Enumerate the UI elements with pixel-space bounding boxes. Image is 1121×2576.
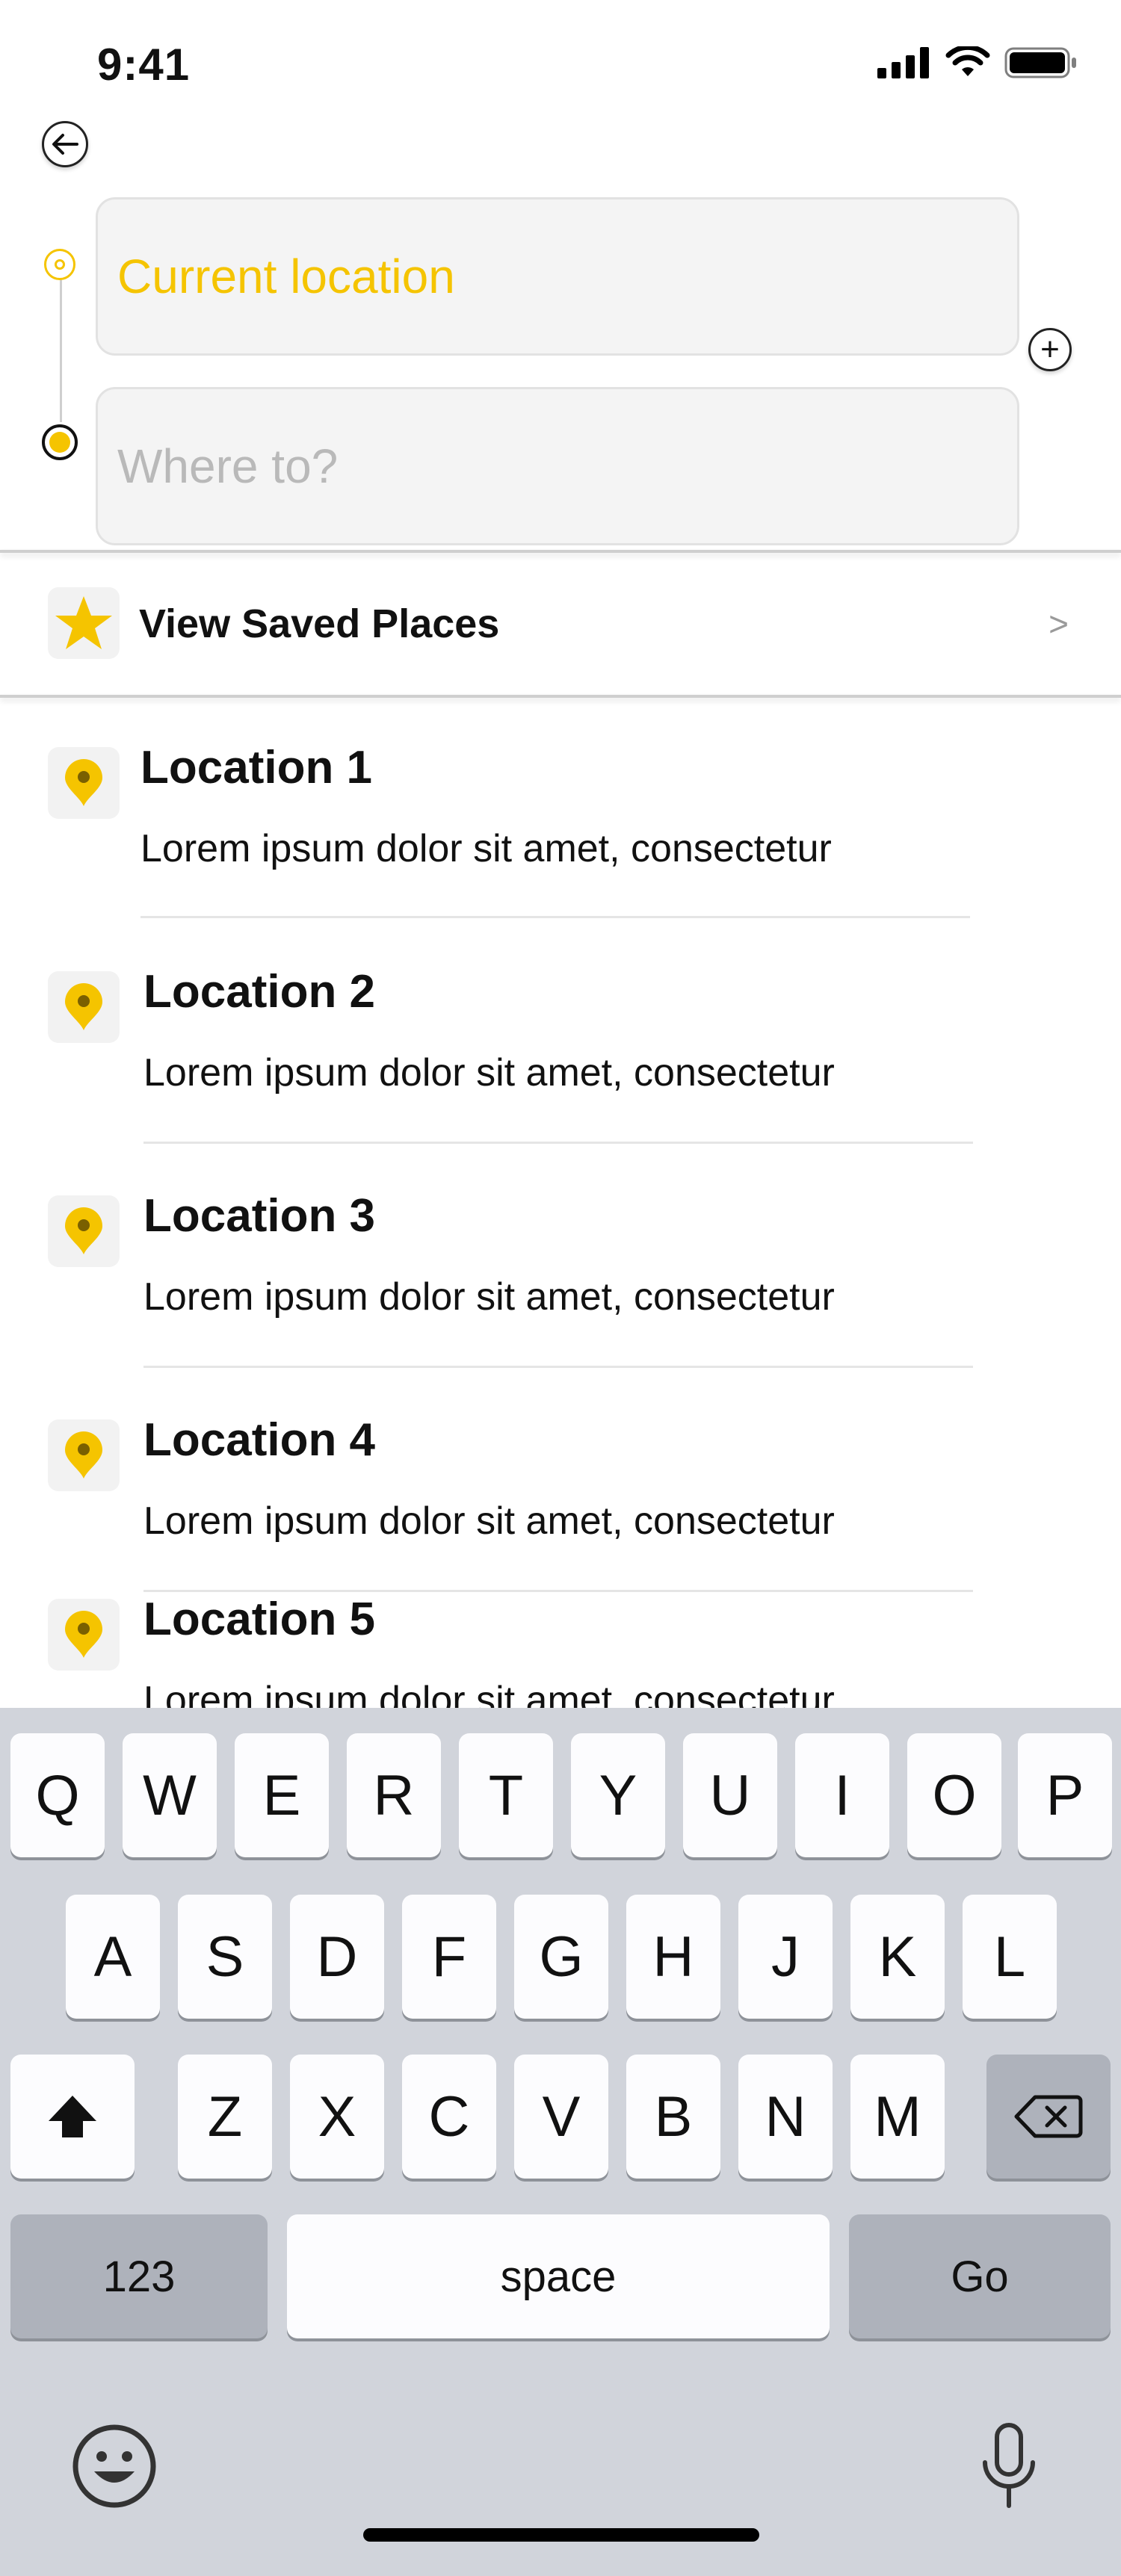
key-p[interactable]: P [1018,1733,1112,1857]
origin-field-value: Current location [117,250,455,303]
view-saved-places-label: View Saved Places [139,601,500,646]
key-w[interactable]: W [123,1733,217,1857]
keyboard: Q W E R T Y U I O P A S D F G H J K L Z … [0,1708,1121,2576]
emoji-icon [72,2424,156,2508]
location-title: Location 5 [143,1594,376,1645]
plus-icon: + [1040,331,1060,368]
location-subtitle: Lorem ipsum dolor sit amet, consectetur [140,827,832,870]
key-t[interactable]: T [459,1733,553,1857]
location-subtitle: Lorem ipsum dolor sit amet, consectetur [143,1679,835,1708]
key-r[interactable]: R [347,1733,441,1857]
key-m[interactable]: M [850,2055,945,2179]
origin-dot-icon [44,249,75,280]
header-divider [0,550,1121,553]
delete-key[interactable] [986,2055,1111,2179]
home-indicator [363,2528,759,2542]
backspace-icon [1014,2095,1083,2138]
route-connector-line [60,273,62,422]
star-icon [48,587,120,659]
list-item[interactable]: Location 1 Lorem ipsum dolor sit amet, c… [0,717,1121,941]
key-u[interactable]: U [683,1733,777,1857]
destination-field[interactable]: Where to? [96,387,1019,545]
key-f[interactable]: F [402,1895,496,2019]
list-separator [143,1366,973,1368]
key-e[interactable]: E [235,1733,329,1857]
key-v[interactable]: V [514,2055,608,2179]
key-c[interactable]: C [402,2055,496,2179]
numbers-key[interactable]: 123 [10,2214,268,2338]
space-key[interactable]: space [287,2214,830,2338]
chevron-right-icon: > [1049,604,1069,643]
map-pin-icon [48,1599,120,1671]
status-icons [877,46,1078,79]
key-g[interactable]: G [514,1895,608,2019]
location-subtitle: Lorem ipsum dolor sit amet, consectetur [143,1499,835,1543]
back-button[interactable] [42,121,88,167]
battery-icon [1004,47,1076,78]
key-d[interactable]: D [290,1895,384,2019]
map-pin-icon [48,971,120,1043]
map-pin-icon [48,1419,120,1491]
go-key[interactable]: Go [849,2214,1111,2338]
list-item[interactable]: Location 2 Lorem ipsum dolor sit amet, c… [0,941,1121,1165]
location-title: Location 2 [143,966,376,1018]
key-b[interactable]: B [626,2055,720,2179]
list-separator [143,1142,973,1144]
status-bar: 9:41 [0,0,1121,127]
dictation-key[interactable] [979,2422,1039,2515]
key-s[interactable]: S [178,1895,272,2019]
map-pin-icon [48,747,120,819]
key-y[interactable]: Y [571,1733,665,1857]
key-n[interactable]: N [738,2055,833,2179]
shift-key[interactable] [10,2055,135,2179]
location-subtitle: Lorem ipsum dolor sit amet, consectetur [143,1051,835,1095]
map-pin-icon [48,1195,120,1267]
location-subtitle: Lorem ipsum dolor sit amet, consectetur [143,1275,835,1319]
shift-icon [49,2096,96,2137]
list-separator [140,916,970,918]
microphone-icon [983,2423,1035,2508]
destination-field-placeholder: Where to? [117,439,339,493]
emoji-key[interactable] [70,2422,158,2514]
wifi-icon [945,46,990,76]
location-title: Location 1 [140,742,373,793]
origin-field[interactable]: Current location [96,197,1019,356]
key-x[interactable]: X [290,2055,384,2179]
key-h[interactable]: H [626,1895,720,2019]
arrow-left-icon [52,134,78,155]
list-item[interactable]: Location 3 Lorem ipsum dolor sit amet, c… [0,1165,1121,1390]
key-z[interactable]: Z [178,2055,272,2179]
key-k[interactable]: K [850,1895,945,2019]
location-title: Location 3 [143,1190,376,1242]
key-a[interactable]: A [66,1895,160,2019]
key-o[interactable]: O [907,1733,1001,1857]
cellular-signal-icon [877,47,929,78]
list-item[interactable]: Location 5 Lorem ipsum dolor sit amet, c… [0,1569,1121,1708]
key-i[interactable]: I [795,1733,889,1857]
key-q[interactable]: Q [10,1733,105,1857]
key-j[interactable]: J [738,1895,833,2019]
view-saved-places-row[interactable]: View Saved Places > [0,554,1121,695]
destination-dot-icon [42,424,78,460]
add-stop-button[interactable]: + [1028,328,1072,371]
saved-divider [0,695,1121,698]
status-time: 9:41 [97,40,191,90]
location-title: Location 4 [143,1414,376,1466]
key-l[interactable]: L [963,1895,1057,2019]
